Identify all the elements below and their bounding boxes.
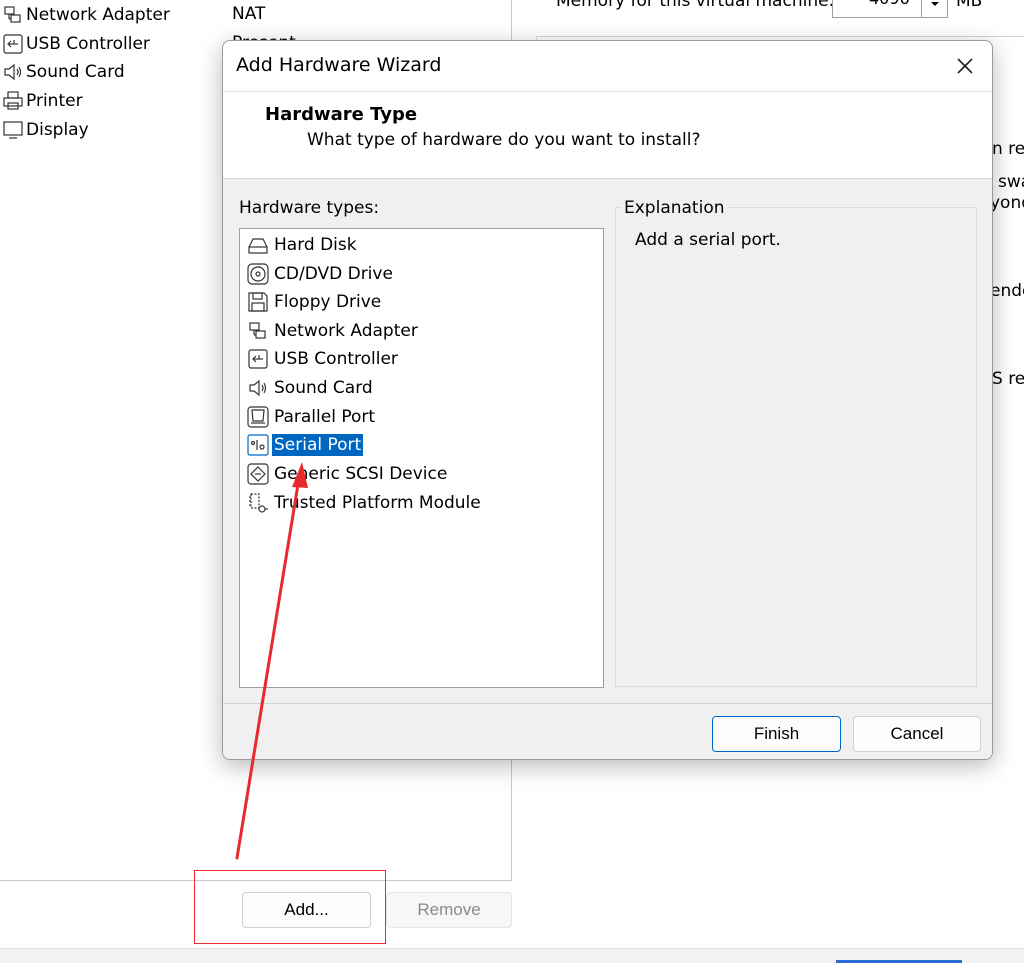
usb-controller-icon [244, 345, 272, 372]
remove-button[interactable]: Remove [386, 892, 512, 928]
hardware-types-label: Hardware types: [239, 198, 380, 218]
floppy-drive-icon [244, 288, 272, 315]
device-label: USB Controller [26, 34, 150, 54]
setting-text-fragment: S rec [992, 369, 1024, 389]
wizard-footer: Finish Cancel [223, 703, 992, 759]
network-adapter-icon [0, 2, 26, 28]
memory-dropdown-button[interactable] [921, 0, 947, 17]
close-button[interactable] [952, 53, 978, 79]
hardware-item-label: CD/DVD Drive [274, 263, 393, 284]
hardware-item-serial-port[interactable]: Serial Port [244, 431, 364, 458]
hardware-item-label: Trusted Platform Module [274, 492, 481, 513]
device-label: Display [26, 120, 89, 140]
display-icon [0, 117, 26, 143]
hardware-types-list[interactable]: Hard Disk CD/DVD Drive Floppy Drive Netw… [239, 228, 604, 688]
hardware-item-generic-scsi-device[interactable]: Generic SCSI Device [244, 460, 449, 487]
explanation-group [615, 207, 977, 687]
device-summary-network: NAT [232, 4, 266, 24]
device-label: Sound Card [26, 62, 125, 82]
hardware-item-label: USB Controller [274, 348, 398, 369]
hardware-item-hard-disk[interactable]: Hard Disk [244, 231, 359, 258]
device-label: Network Adapter [26, 5, 170, 25]
explanation-text: Add a serial port. [635, 230, 781, 250]
device-item-printer[interactable]: Printer [0, 88, 83, 114]
memory-label: Memory for this virtual machine: [556, 0, 835, 11]
close-icon [957, 58, 973, 74]
header-title: Hardware Type [265, 104, 418, 125]
header-subtitle: What type of hardware do you want to ins… [307, 130, 701, 150]
hardware-item-floppy-drive[interactable]: Floppy Drive [244, 288, 383, 315]
memory-value: 4096 [869, 0, 910, 8]
chevron-down-icon [930, 2, 939, 6]
sound-card-icon [244, 374, 272, 401]
hardware-item-network-adapter[interactable]: Network Adapter [244, 317, 420, 344]
finish-button[interactable]: Finish [712, 716, 841, 752]
device-label: Printer [26, 91, 83, 111]
serial-port-icon [244, 431, 272, 458]
setting-text-fragment: n rec [992, 139, 1024, 159]
tpm-icon [244, 489, 272, 516]
hardware-item-label: Generic SCSI Device [274, 463, 448, 484]
dialog-title: Add Hardware Wizard [236, 54, 442, 76]
network-adapter-icon [244, 317, 272, 344]
hardware-item-label: Parallel Port [274, 406, 376, 427]
device-item-sound-card[interactable]: Sound Card [0, 59, 125, 85]
setting-text-fragment: ende [990, 281, 1024, 301]
device-item-display[interactable]: Display [0, 117, 89, 143]
hard-disk-icon [244, 231, 272, 258]
printer-icon [0, 88, 26, 114]
explanation-label: Explanation [621, 198, 728, 218]
sound-card-icon [0, 59, 26, 85]
device-item-usb-controller[interactable]: USB Controller [0, 31, 150, 57]
memory-input[interactable]: 4096 [832, 0, 948, 18]
parallel-port-icon [244, 403, 272, 430]
highlight-box-annotation [194, 870, 386, 944]
wizard-header: Hardware Type What type of hardware do y… [223, 91, 992, 179]
wizard-body: Hardware types: Hard Disk CD/DVD Drive F… [223, 179, 992, 703]
scsi-device-icon [244, 460, 272, 487]
cancel-button[interactable]: Cancel [853, 716, 981, 752]
hardware-item-label: Serial Port [272, 433, 364, 456]
hardware-item-sound-card[interactable]: Sound Card [244, 374, 375, 401]
hardware-item-label: Sound Card [274, 377, 373, 398]
setting-text-fragment: yond [990, 193, 1024, 213]
hardware-item-label: Hard Disk [274, 234, 357, 255]
hardware-item-label: Network Adapter [274, 320, 418, 341]
hardware-item-trusted-platform-module[interactable]: Trusted Platform Module [244, 489, 483, 516]
hardware-item-label: Floppy Drive [274, 291, 382, 312]
device-item-network-adapter[interactable]: Network Adapter [0, 2, 170, 28]
hardware-item-cd-dvd-drive[interactable]: CD/DVD Drive [244, 260, 395, 287]
hardware-item-usb-controller[interactable]: USB Controller [244, 345, 400, 372]
setting-text-fragment: swa [998, 172, 1024, 192]
dialog-titlebar[interactable]: Add Hardware Wizard [223, 41, 992, 91]
memory-unit: MB [956, 0, 983, 11]
usb-controller-icon [0, 31, 26, 57]
add-hardware-wizard-dialog: Add Hardware Wizard Hardware Type What t… [222, 40, 993, 760]
cd-dvd-drive-icon [244, 260, 272, 287]
hardware-item-parallel-port[interactable]: Parallel Port [244, 403, 377, 430]
